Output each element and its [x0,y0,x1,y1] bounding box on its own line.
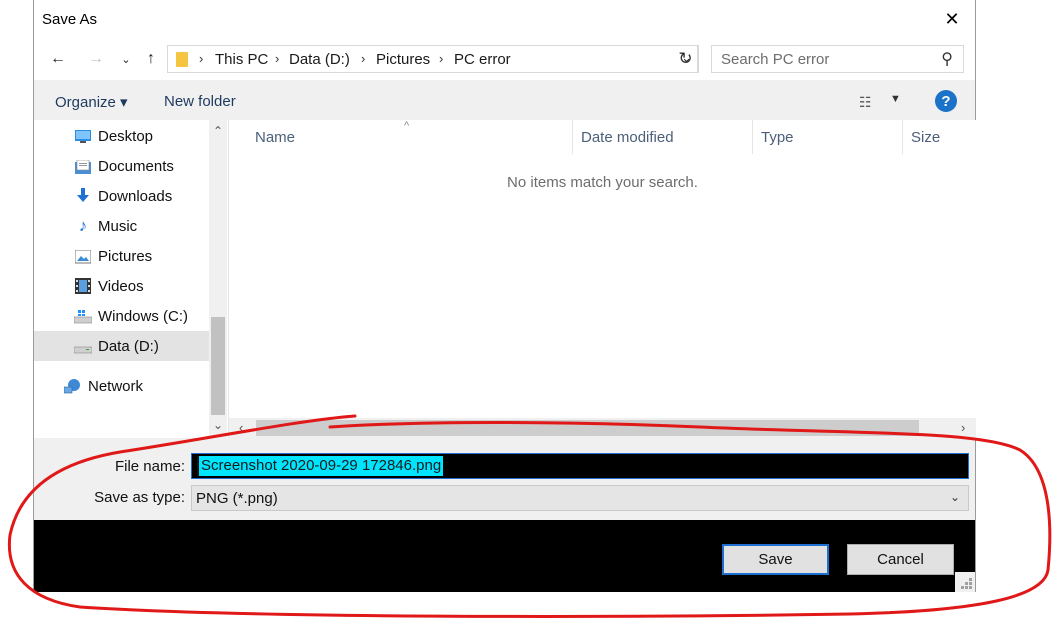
folder-icon [176,52,188,67]
file-name-value: Screenshot 2020-09-29 172846.png [197,456,444,476]
chevron-right-icon: › [275,51,280,66]
column-header-name[interactable]: Name [255,129,295,146]
file-name-label: File name: [114,458,185,475]
chevron-right-icon: › [439,51,444,66]
up-button[interactable]: ↑ [140,47,162,71]
sidebar-item-windows-c[interactable]: Windows (C:) [34,301,209,331]
close-button[interactable]: ✕ [929,0,975,38]
chevron-down-icon: ⌄ [121,53,131,66]
column-divider[interactable] [752,120,753,154]
save-as-type-value: PNG (*.png) [196,490,278,507]
music-icon: ♪ [78,216,88,235]
breadcrumb-pc-error[interactable]: PC error [454,51,511,68]
title-bar: Save As ✕ [34,0,975,38]
chevron-down-icon: ⌄ [949,490,960,504]
arrow-left-icon: ← [50,50,66,67]
videos-icon [74,278,92,294]
file-name-input[interactable]: Screenshot 2020-09-29 172846.png [191,453,969,479]
breadcrumb-data-drive[interactable]: Data (D:) [289,51,350,68]
sidebar-item-data-d[interactable]: Data (D:) [34,331,209,361]
scrollbar-thumb[interactable] [256,420,919,436]
forward-button[interactable]: → [84,47,108,71]
breadcrumb-this-pc[interactable]: This PC [215,51,268,68]
cancel-button[interactable]: Cancel [847,544,954,575]
network-icon [64,378,82,394]
sidebar-item-music[interactable]: ♪ Music [34,211,209,241]
close-icon: ✕ [944,8,960,29]
help-icon[interactable]: ? [935,90,957,112]
sidebar-item-label: Music [98,217,138,235]
sidebar-item-label: Windows (C:) [98,307,189,325]
column-header-type[interactable]: Type [761,129,794,146]
scroll-left-icon[interactable]: ‹ [239,420,243,435]
sidebar-item-label: Data (D:) [98,337,159,355]
sidebar-item-label: Desktop [98,127,154,145]
save-button[interactable]: Save [722,544,829,575]
command-bar: Organize ▾ New folder ☷ ▼ ? [34,80,975,120]
address-row: ← → ⌄ ↑ › This PC › Data (D:) › Pictures… [34,42,975,76]
scroll-down-icon[interactable]: ⌄ [209,418,227,432]
sidebar-item-label: Pictures [98,247,153,265]
sidebar-item-pictures[interactable]: Pictures [34,241,209,271]
pictures-icon [74,249,92,265]
search-icon: ⚲ [941,51,953,68]
sidebar-item-label: Videos [98,277,144,295]
view-dropdown-icon[interactable]: ▼ [890,93,901,105]
recent-locations-button[interactable]: ⌄ [118,47,134,71]
save-form: File name: Screenshot 2020-09-29 172846.… [34,438,975,520]
save-as-type-select[interactable]: PNG (*.png) ⌄ [191,485,969,511]
breadcrumb-pictures[interactable]: Pictures [376,51,430,68]
scroll-up-icon[interactable]: ⌃ [209,124,227,138]
address-bar[interactable]: › This PC › Data (D:) › Pictures › PC er… [167,45,699,73]
column-divider[interactable] [572,120,573,154]
refresh-icon: ↻ [678,49,693,68]
drive-icon [74,309,92,325]
resize-grip[interactable] [955,572,975,592]
sidebar-item-videos[interactable]: Videos [34,271,209,301]
documents-icon [74,159,92,175]
new-folder-button[interactable]: New folder [164,93,236,110]
sidebar-item-label: Documents [98,157,174,175]
dialog-title: Save As [42,11,98,28]
scrollbar-thumb[interactable] [211,317,225,415]
sidebar-item-desktop[interactable]: Desktop [34,121,209,151]
empty-message: No items match your search. [507,174,698,191]
navigation-scrollbar[interactable]: ⌃ ⌄ [209,120,227,438]
save-as-type-label: Save as type: [94,489,185,506]
view-options-icon[interactable]: ☷ [859,94,872,111]
dialog-footer: Save Cancel [34,520,975,592]
column-header-date-modified[interactable]: Date modified [581,129,674,146]
sidebar-item-downloads[interactable]: Downloads [34,181,209,211]
search-box[interactable]: Search PC error ⚲ [711,45,964,73]
column-divider[interactable] [902,120,903,154]
sidebar-item-documents[interactable]: Documents [34,151,209,181]
column-header-size[interactable]: Size [911,129,940,146]
navigation-pane: Desktop Documents Downloads ♪ Music Pict… [34,120,209,438]
downloads-icon [74,188,92,204]
sidebar-item-network[interactable]: Network [34,371,209,401]
file-list[interactable]: ^ Name Date modified Type Size No items … [229,120,976,418]
sort-ascending-icon: ^ [404,120,410,132]
sidebar-item-label: Downloads [98,187,173,205]
scroll-right-icon[interactable]: › [961,420,965,435]
back-button[interactable]: ← [46,47,70,71]
chevron-right-icon: › [199,51,204,66]
horizontal-scrollbar[interactable]: ‹ › [229,418,976,438]
organize-menu[interactable]: Organize ▾ [55,93,128,111]
drive-icon [74,340,92,356]
arrow-up-icon: ↑ [147,50,155,67]
desktop-icon [74,129,92,145]
sidebar-item-label: Network [88,377,144,395]
refresh-button[interactable]: ↻ [674,45,698,73]
save-as-dialog: Save As ✕ ← → ⌄ ↑ › This PC › Data (D:) … [33,0,976,592]
search-placeholder: Search PC error [721,51,830,68]
arrow-right-icon: → [88,50,104,67]
chevron-right-icon: › [361,51,366,66]
